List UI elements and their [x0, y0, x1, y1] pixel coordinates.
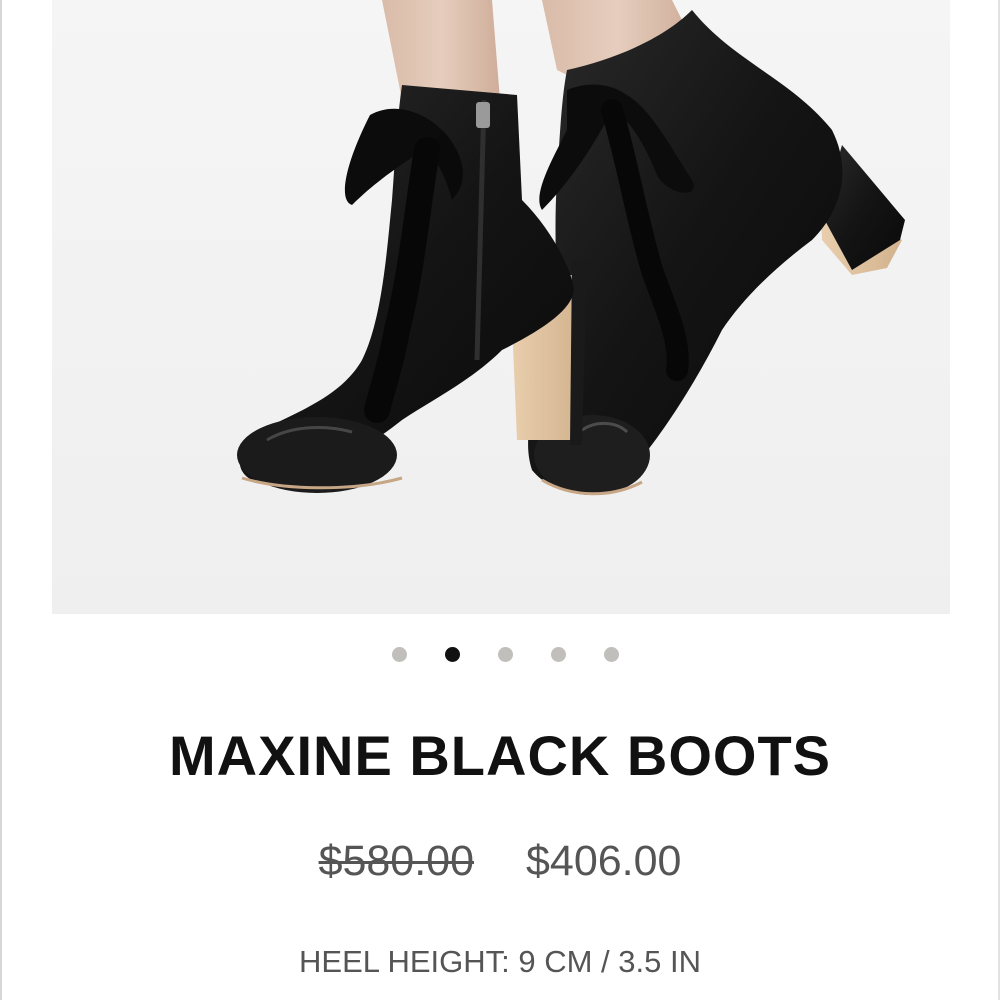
sale-price: $406.00	[526, 837, 682, 885]
carousel-dot-1[interactable]	[391, 647, 407, 662]
product-title: MAXINE BLACK BOOTS	[169, 724, 831, 787]
product-image[interactable]	[52, 0, 950, 614]
carousel-dot-5[interactable]	[603, 647, 619, 662]
boots-illustration	[52, 0, 950, 614]
original-price: $580.00	[318, 837, 474, 885]
price-row: $580.00 $406.00	[0, 836, 1000, 886]
carousel-dot-2-active[interactable]	[444, 647, 460, 662]
product-page: MAXINE BLACK BOOTS $580.00 $406.00 HEEL H…	[0, 0, 1000, 1000]
carousel-dots	[0, 647, 1000, 663]
carousel-dot-4[interactable]	[550, 647, 566, 662]
heel-height-spec: HEEL HEIGHT: 9 CM / 3.5 IN	[299, 944, 701, 979]
carousel-dot-3[interactable]	[497, 647, 513, 662]
